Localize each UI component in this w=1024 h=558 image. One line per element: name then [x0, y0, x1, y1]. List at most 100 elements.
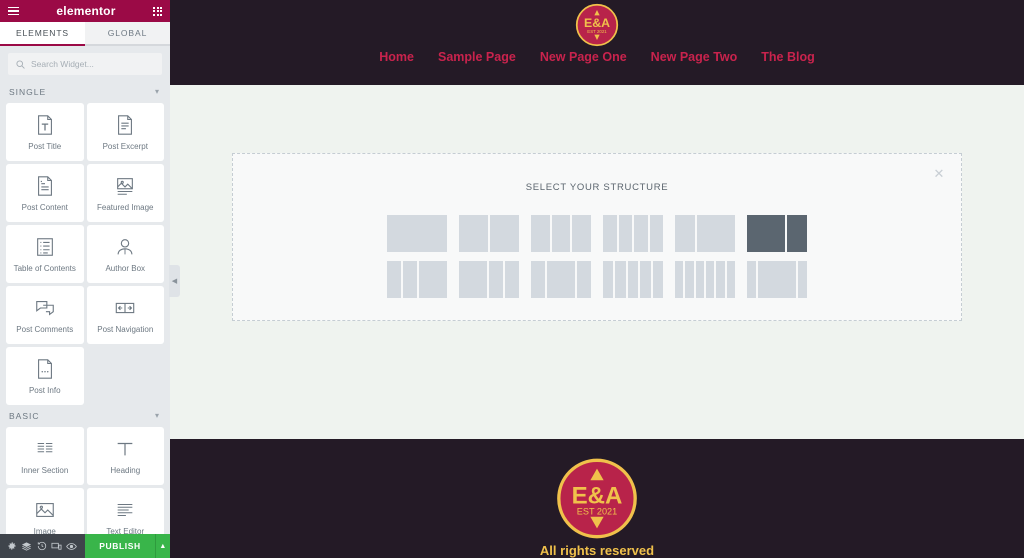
widget-post-info[interactable]: Post Info: [6, 347, 84, 405]
structure-presets: [387, 215, 807, 298]
category-label-basic: BASIC: [9, 411, 40, 421]
tab-elements[interactable]: ELEMENTS: [0, 22, 85, 46]
heading-icon: [117, 442, 133, 455]
widget-post-title[interactable]: Post Title: [6, 103, 84, 161]
post-content-icon: [37, 175, 52, 196]
widget-label: Inner Section: [21, 465, 69, 475]
nav-link-the-blog[interactable]: The Blog: [761, 50, 814, 64]
nav-link-home[interactable]: Home: [379, 50, 414, 64]
post-info-icon: [37, 358, 52, 379]
footer-copyright-text: All rights reserved: [539, 543, 655, 558]
history-icon[interactable]: [34, 534, 49, 558]
widget-post-excerpt[interactable]: Post Excerpt: [86, 103, 164, 161]
preset-4-columns-equal[interactable]: [603, 215, 663, 252]
post-title-icon: [37, 114, 52, 135]
preset-3-columns-16-68-16[interactable]: [747, 261, 807, 298]
hamburger-icon[interactable]: [8, 6, 19, 16]
preset-3-columns-25-50-25[interactable]: [531, 261, 591, 298]
table-of-contents-icon: [36, 237, 53, 256]
svg-text:EST 2021: EST 2021: [587, 29, 607, 34]
search-input[interactable]: [31, 59, 154, 69]
panel-header: elementor: [0, 0, 170, 22]
widget-label: Author Box: [105, 263, 146, 273]
ea-logo-header[interactable]: E&A EST 2021: [575, 3, 619, 47]
preset-6-columns-equal[interactable]: [675, 261, 735, 298]
search-section: [0, 46, 170, 81]
search-icon: [16, 59, 25, 69]
settings-gear-icon[interactable]: [4, 534, 19, 558]
widget-grid-single: Post Title Post Excerpt Post Content Fea…: [0, 103, 170, 405]
preset-3-columns-25-25-50[interactable]: [387, 261, 447, 298]
preset-5-columns-equal[interactable]: [603, 261, 664, 298]
publish-button[interactable]: PUBLISH: [85, 534, 155, 558]
widget-slot-empty: [87, 347, 165, 405]
site-nav: Home Sample Page New Page One New Page T…: [379, 50, 814, 64]
nav-link-new-page-one[interactable]: New Page One: [540, 50, 627, 64]
preset-2-columns-66-33[interactable]: [747, 215, 807, 252]
panel-tabs: ELEMENTS GLOBAL: [0, 22, 170, 46]
preset-1-column[interactable]: [387, 215, 447, 252]
preset-row-1: [387, 215, 807, 252]
widget-featured-image[interactable]: Featured Image: [86, 164, 164, 222]
editor-bottom-bar: PUBLISH ▲: [0, 534, 171, 558]
category-header-basic[interactable]: BASIC ▾: [0, 405, 170, 427]
widget-label: Post Navigation: [97, 324, 154, 334]
tab-global[interactable]: GLOBAL: [85, 22, 170, 46]
preset-2-columns-equal[interactable]: [459, 215, 519, 252]
search-box[interactable]: [8, 53, 162, 75]
grid-dots-icon[interactable]: [153, 6, 162, 16]
widget-table-of-contents[interactable]: Table of Contents: [6, 225, 84, 283]
widget-post-comments[interactable]: Post Comments: [6, 286, 84, 344]
post-navigation-icon: [115, 302, 135, 313]
navigator-layers-icon[interactable]: [19, 534, 34, 558]
post-excerpt-icon: [118, 114, 133, 135]
widget-panel: elementor ELEMENTS GLOBAL SINGLE ▾: [0, 0, 180, 558]
close-icon[interactable]: ✕: [931, 166, 947, 182]
image-icon: [35, 502, 54, 517]
widget-grid-basic: Inner Section Heading Image Text Editor: [0, 427, 170, 546]
nav-link-sample-page[interactable]: Sample Page: [438, 50, 516, 64]
widget-list-scroll[interactable]: SINGLE ▾ Post Title Post Excerpt Post Co…: [0, 81, 170, 558]
site-header: E&A EST 2021 Home Sample Page New Page O…: [170, 0, 1024, 85]
ea-logo-footer[interactable]: E&A EST 2021: [552, 457, 642, 540]
svg-text:E&A: E&A: [584, 16, 610, 30]
panel-collapse-handle[interactable]: ◀: [169, 265, 180, 297]
chevron-down-icon[interactable]: ▾: [155, 88, 160, 96]
preset-3-columns-50-25-25[interactable]: [459, 261, 519, 298]
featured-image-icon: [117, 177, 134, 195]
nav-link-new-page-two[interactable]: New Page Two: [651, 50, 738, 64]
preview-eye-icon[interactable]: [64, 534, 79, 558]
preset-2-columns-33-66[interactable]: [675, 215, 735, 252]
svg-text:EST 2021: EST 2021: [577, 506, 617, 516]
preset-3-columns-equal[interactable]: [531, 215, 592, 252]
widget-post-navigation[interactable]: Post Navigation: [86, 286, 164, 344]
elementor-editor: elementor ELEMENTS GLOBAL SINGLE ▾: [0, 0, 1024, 558]
widget-label: Post Comments: [16, 324, 74, 334]
structure-title: SELECT YOUR STRUCTURE: [525, 182, 669, 193]
preset-row-2: [387, 261, 807, 298]
widget-heading[interactable]: Heading: [86, 427, 164, 485]
select-structure-panel: ✕ SELECT YOUR STRUCTURE: [232, 153, 962, 321]
publish-options-arrow[interactable]: ▲: [154, 534, 171, 558]
widget-label: Heading: [110, 465, 141, 475]
author-box-icon: [117, 238, 133, 254]
post-comments-icon: [35, 300, 54, 316]
elementor-brand-title: elementor: [56, 4, 116, 18]
widget-post-content[interactable]: Post Content: [6, 164, 84, 222]
widget-author-box[interactable]: Author Box: [86, 225, 164, 283]
inner-section-icon: [37, 442, 53, 452]
category-label-single: SINGLE: [9, 87, 47, 97]
widget-label: Post Content: [21, 202, 68, 212]
category-header-single[interactable]: SINGLE ▾: [0, 81, 170, 103]
widget-inner-section[interactable]: Inner Section: [6, 427, 84, 485]
widget-label: Featured Image: [97, 202, 154, 212]
chevron-down-icon[interactable]: ▾: [155, 412, 160, 420]
widget-label: Post Title: [28, 141, 62, 151]
responsive-mode-icon[interactable]: [49, 534, 64, 558]
svg-text:E&A: E&A: [572, 482, 623, 509]
widget-label: Table of Contents: [13, 263, 76, 273]
widget-label: Post Excerpt: [102, 141, 148, 151]
widget-label: Post Info: [28, 385, 61, 395]
canvas-body: ✕ SELECT YOUR STRUCTURE: [170, 85, 1024, 439]
preview-canvas: E&A EST 2021 Home Sample Page New Page O…: [170, 0, 1024, 558]
